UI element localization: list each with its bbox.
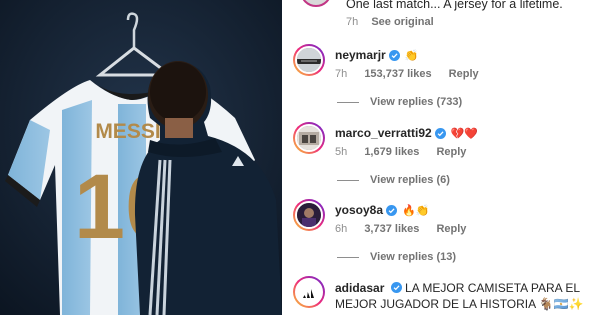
- avatar[interactable]: [293, 199, 325, 231]
- comment-line: marco_verratti92 💔❤️: [335, 126, 478, 140]
- see-original-button[interactable]: See original: [371, 16, 433, 28]
- verified-badge-icon: [386, 204, 398, 216]
- avatar[interactable]: [293, 44, 325, 76]
- comment-likes[interactable]: 1,679 likes: [364, 146, 419, 158]
- avatar[interactable]: [293, 276, 325, 308]
- poster-avatar[interactable]: [300, 0, 332, 7]
- caption-meta: 7h See original: [346, 16, 444, 28]
- replies-divider: [337, 101, 359, 103]
- messi-jersey-photo: MESSI 10: [0, 0, 282, 315]
- verified-badge-icon: [434, 127, 446, 139]
- comment-likes[interactable]: 3,737 likes: [364, 223, 419, 235]
- post-photo: MESSI 10: [0, 0, 282, 315]
- yosoy8a-avatar-image: [297, 203, 321, 227]
- comment-line: yosoy8a 🔥👏: [335, 203, 429, 217]
- comments-panel[interactable]: One last match... A jersey for a lifetim…: [282, 0, 600, 315]
- view-replies-button[interactable]: View replies (733): [337, 96, 462, 108]
- comment-meta: 6h 3,737 likes Reply: [335, 223, 480, 235]
- neymarjr-avatar-image: [297, 48, 321, 72]
- comment-username[interactable]: yosoy8a: [335, 203, 383, 217]
- comment-username[interactable]: neymarjr: [335, 48, 386, 62]
- marco-verratti92-avatar-image: [297, 126, 321, 150]
- comment-username[interactable]: adidasar: [335, 281, 384, 295]
- caption-text: One last match... A jersey for a lifetim…: [346, 0, 563, 11]
- comment-meta: 7h 153,737 likes Reply: [335, 68, 493, 80]
- comment-text: 💔❤️: [450, 126, 479, 140]
- comment-time: 5h: [335, 146, 348, 158]
- comment-text: 👏: [404, 48, 419, 62]
- view-replies-button[interactable]: View replies (13): [337, 251, 456, 263]
- jersey-name: MESSI: [95, 120, 160, 143]
- comment-meta: 5h 1,679 likes Reply: [335, 146, 480, 158]
- comment-time: 7h: [335, 68, 348, 80]
- view-replies-label: View replies (6): [370, 174, 450, 186]
- comment-username[interactable]: marco_verratti92: [335, 126, 432, 140]
- comment-line: neymarjr 👏: [335, 48, 418, 62]
- reply-button[interactable]: Reply: [436, 223, 466, 235]
- comment-line: adidasar LA MEJOR CAMISETA PARA EL MEJOR…: [335, 280, 597, 312]
- caption-time: 7h: [346, 16, 359, 28]
- comment-likes[interactable]: 153,737 likes: [364, 68, 431, 80]
- comment-text: 🔥👏: [402, 203, 430, 217]
- view-replies-label: View replies (733): [370, 96, 463, 108]
- replies-divider: [337, 256, 359, 258]
- verified-badge-icon: [388, 49, 400, 61]
- avatar[interactable]: [293, 122, 325, 154]
- reply-button[interactable]: Reply: [436, 146, 466, 158]
- reply-button[interactable]: Reply: [449, 68, 479, 80]
- verified-badge-icon: [390, 282, 402, 293]
- view-replies-label: View replies (13): [370, 251, 457, 263]
- comment-time: 6h: [335, 223, 348, 235]
- replies-divider: [337, 179, 359, 181]
- view-replies-button[interactable]: View replies (6): [337, 174, 450, 186]
- adidas-logo-icon: [297, 280, 321, 304]
